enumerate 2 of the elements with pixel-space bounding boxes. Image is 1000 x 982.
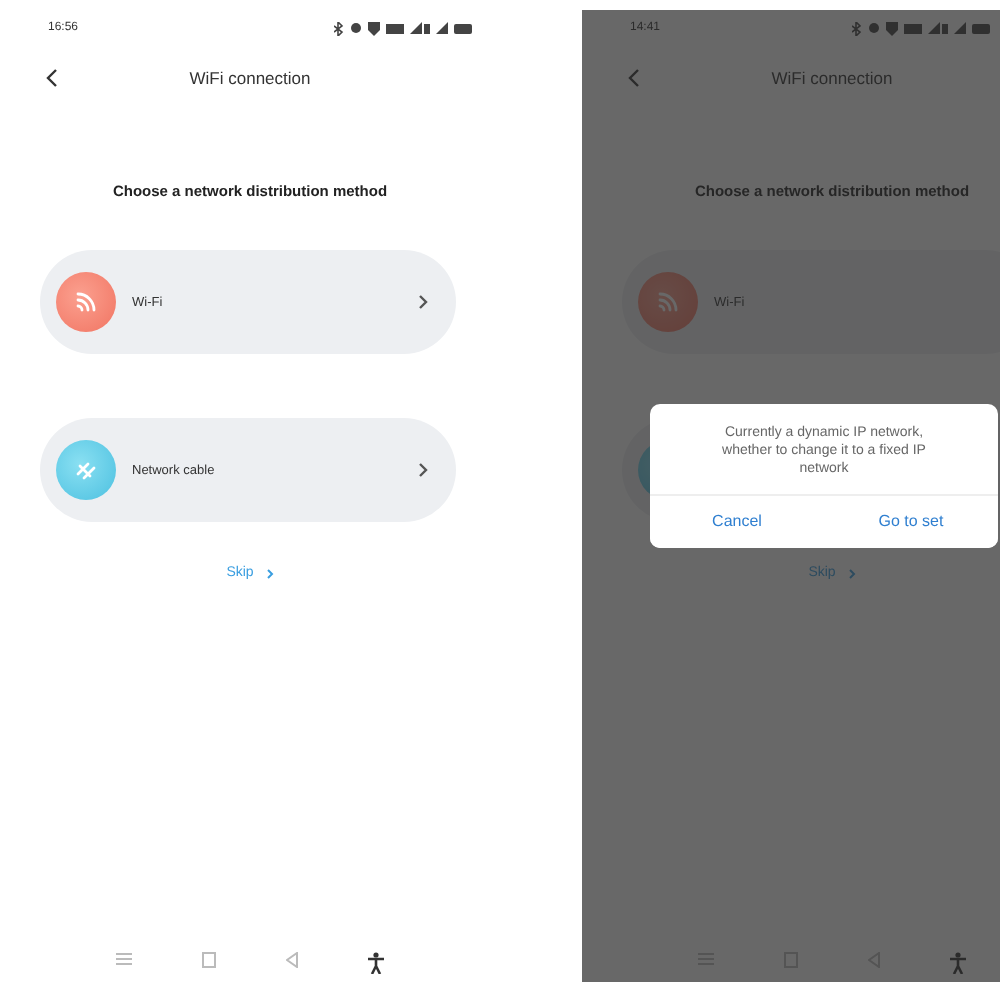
screen-title: WiFi connection — [187, 68, 313, 88]
screen-title: WiFi connection — [769, 68, 895, 88]
